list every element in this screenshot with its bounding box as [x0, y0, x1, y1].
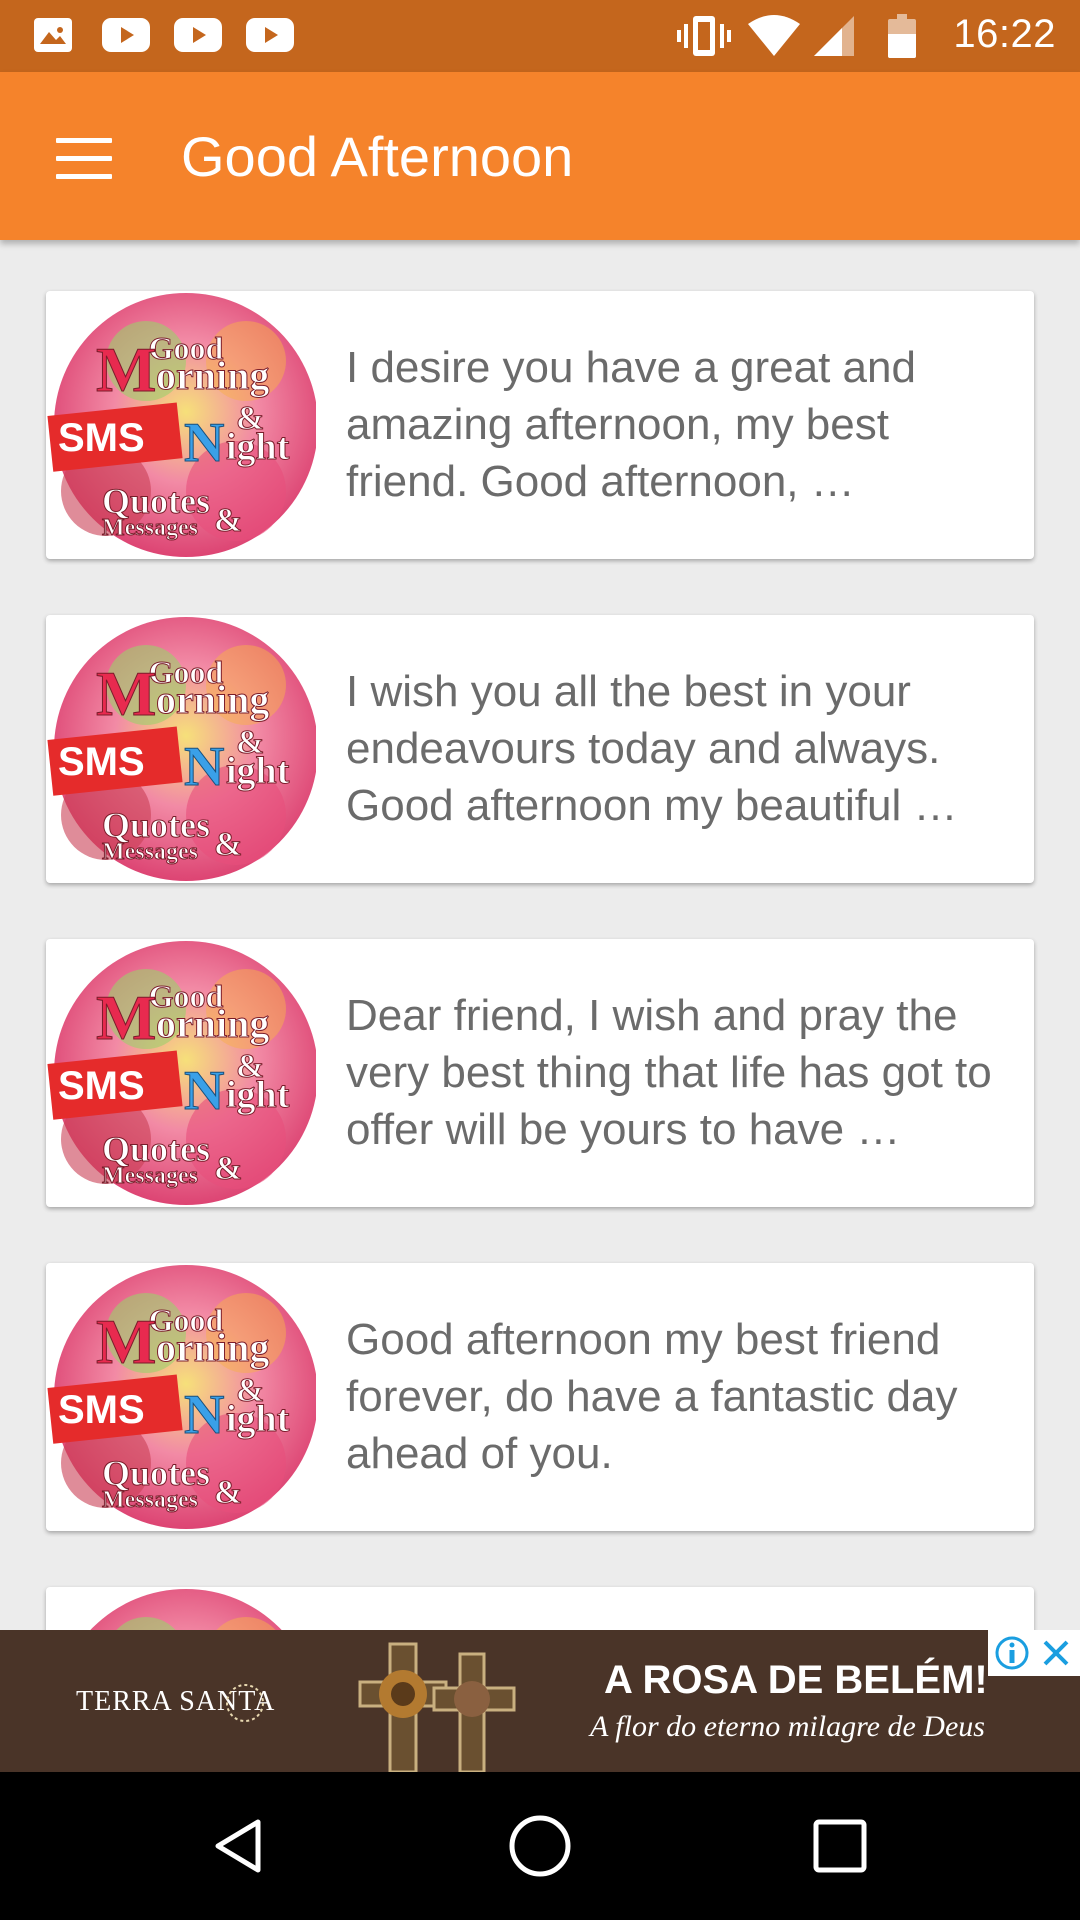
signal-icon — [814, 16, 854, 56]
recent-apps-icon[interactable] — [800, 1806, 880, 1886]
status-time: 16:22 — [953, 12, 1056, 56]
youtube-notification-icon — [174, 18, 222, 52]
ad-info-icon[interactable] — [994, 1635, 1030, 1671]
list-item[interactable]: Good afternoon my best friend forever, d… — [46, 1263, 1034, 1531]
sms-app-logo-icon — [46, 1587, 316, 1630]
wifi-icon — [748, 15, 800, 56]
sms-app-logo-icon — [46, 615, 316, 883]
page-title: Good Afternoon — [181, 125, 574, 188]
ad-close-icon[interactable] — [1040, 1637, 1072, 1669]
ad-choices — [988, 1630, 1080, 1676]
status-bar: 16:22 — [0, 0, 1080, 72]
navigation-bar — [0, 1772, 1080, 1920]
message-text: Dear friend, I wish and pray the very be… — [346, 991, 992, 1154]
ad-crucifix-image-icon — [358, 1642, 516, 1772]
ad-tagline: A flor do eterno milagre de Deus — [590, 1710, 985, 1743]
message-list[interactable]: I desire you have a great and amazing af… — [0, 240, 1080, 1630]
list-item[interactable] — [46, 1587, 1034, 1630]
vibrate-icon — [677, 16, 731, 56]
ad-headline: A ROSA DE BELÉM! — [604, 1658, 988, 1702]
home-icon[interactable] — [500, 1806, 580, 1886]
list-item[interactable]: I desire you have a great and amazing af… — [46, 291, 1034, 559]
youtube-notification-icon — [246, 18, 294, 52]
youtube-notification-icon — [102, 18, 150, 52]
ad-banner[interactable]: TERRA SANTA A ROSA DE BELÉM! A flor do e… — [0, 1630, 1080, 1772]
ad-logo-ornament-icon — [226, 1684, 264, 1722]
message-text: Good afternoon my best friend forever, d… — [346, 1315, 958, 1478]
list-item[interactable]: I wish you all the best in your endeavou… — [46, 615, 1034, 883]
message-text: I wish you all the best in your endeavou… — [346, 667, 958, 830]
sms-app-logo-icon — [46, 939, 316, 1207]
image-notification-icon — [34, 18, 72, 52]
list-item[interactable]: Dear friend, I wish and pray the very be… — [46, 939, 1034, 1207]
sms-app-logo-icon — [46, 1263, 316, 1531]
back-icon[interactable] — [200, 1806, 280, 1886]
message-text: I desire you have a great and amazing af… — [346, 343, 916, 506]
app-bar: Good Afternoon — [0, 72, 1080, 240]
hamburger-menu-icon[interactable] — [40, 116, 124, 200]
sms-app-logo-icon — [46, 291, 316, 559]
battery-icon — [888, 14, 916, 58]
